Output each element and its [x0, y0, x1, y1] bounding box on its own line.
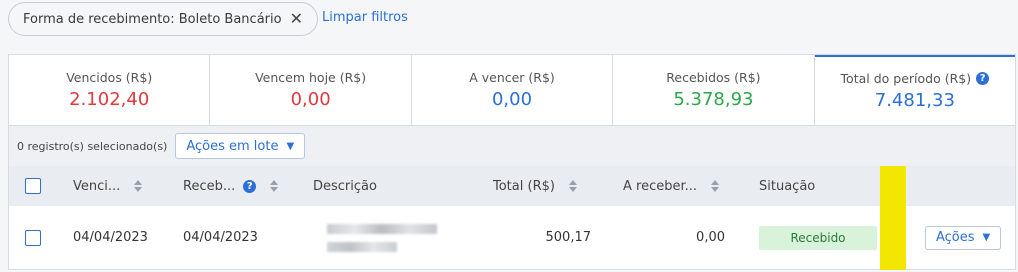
column-label: Receb...	[183, 178, 236, 194]
column-header-situacao: Situação	[759, 166, 815, 206]
table-header: Venci... Receb... ? Descrição Total (R$)…	[8, 166, 1016, 206]
row-select-cell	[25, 206, 41, 269]
card-total-periodo[interactable]: Total do período (R$) ? 7.481,33	[814, 55, 1016, 125]
column-header-descricao: Descrição	[313, 166, 377, 206]
card-label: Total do período (R$)	[840, 71, 972, 86]
redacted-line	[327, 223, 437, 234]
help-icon[interactable]: ?	[243, 179, 257, 193]
row-actions-button[interactable]: Ações ▼	[925, 225, 1002, 250]
column-label: Descrição	[313, 178, 377, 194]
card-recebidos[interactable]: Recebidos (R$) 5.378,93	[613, 55, 815, 125]
card-value: 7.481,33	[874, 90, 955, 111]
clear-filters-link[interactable]: Limpar filtros	[322, 10, 408, 25]
column-header-vencimento[interactable]: Venci...	[73, 166, 143, 206]
redacted-description	[327, 223, 437, 252]
sort-icon[interactable]	[134, 180, 143, 192]
column-label: Total (R$)	[493, 178, 555, 194]
column-label: A receber...	[623, 178, 698, 194]
selected-count: 0 registro(s) selecionado(s)	[17, 139, 168, 153]
cell-total: 500,17	[545, 230, 592, 245]
cell-a-receber: 0,00	[696, 230, 725, 245]
redacted-line	[327, 241, 397, 252]
card-value: 0,00	[290, 89, 331, 110]
card-label-row: Total do período (R$) ?	[841, 71, 990, 86]
column-label: Venci...	[73, 178, 121, 194]
column-header-a-receber[interactable]: A receber...	[623, 166, 720, 206]
summary-cards: Vencidos (R$) 2.102,40 Vencem hoje (R$) …	[8, 54, 1016, 126]
cell-descricao	[327, 206, 437, 269]
filter-chip-payment-method[interactable]: Forma de recebimento: Boleto Bancário ✕	[8, 2, 318, 36]
card-vencem-hoje[interactable]: Vencem hoje (R$) 0,00	[210, 55, 412, 125]
chevron-down-icon: ▼	[286, 140, 295, 152]
column-header-total[interactable]: Total (R$)	[493, 166, 577, 206]
card-label: Vencem hoje (R$)	[255, 70, 367, 85]
status-badge: Recebido	[759, 225, 877, 250]
selection-bar: 0 registro(s) selecionado(s) Ações em lo…	[8, 126, 1016, 166]
card-value: 0,00	[491, 89, 533, 110]
card-label: A vencer (R$)	[469, 70, 555, 85]
card-value: 5.378,93	[673, 89, 754, 110]
row-actions-label: Ações	[936, 230, 975, 245]
cell-vencimento: 04/04/2023	[73, 230, 148, 245]
sort-icon[interactable]	[711, 180, 720, 192]
column-header-recebimento[interactable]: Receb... ?	[183, 166, 279, 206]
column-label: Situação	[759, 178, 816, 194]
card-value: 2.102,40	[69, 89, 150, 110]
filter-chip-label: Forma de recebimento: Boleto Bancário	[23, 11, 282, 27]
highlight-marker	[880, 166, 906, 270]
sort-icon[interactable]	[270, 180, 279, 192]
close-icon[interactable]: ✕	[290, 11, 303, 27]
cell-acoes: Ações ▼	[925, 206, 1002, 269]
cell-situacao: Recebido	[759, 206, 877, 269]
row-checkbox[interactable]	[25, 229, 41, 246]
card-vencidos[interactable]: Vencidos (R$) 2.102,40	[9, 55, 211, 125]
chevron-down-icon: ▼	[982, 232, 991, 243]
batch-actions-button[interactable]: Ações em lote ▼	[175, 133, 306, 159]
help-icon[interactable]: ?	[976, 72, 990, 85]
sort-icon[interactable]	[568, 180, 577, 192]
cell-recebimento: 04/04/2023	[183, 230, 258, 245]
filter-bar: Forma de recebimento: Boleto Bancário ✕ …	[0, 0, 1018, 46]
card-a-vencer[interactable]: A vencer (R$) 0,00	[412, 55, 614, 125]
card-label: Recebidos (R$)	[666, 70, 761, 85]
batch-actions-label: Ações em lote	[186, 138, 279, 154]
card-label: Vencidos (R$)	[66, 70, 153, 85]
table-row[interactable]: 04/04/2023 04/04/2023 500,17 0,00 Recebi…	[8, 206, 1016, 270]
select-all-cell	[25, 166, 41, 206]
select-all-checkbox[interactable]	[25, 178, 41, 194]
